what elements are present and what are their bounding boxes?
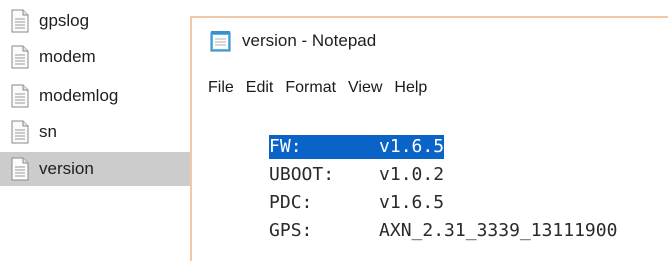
text-document-icon: [11, 45, 29, 69]
file-name: sn: [39, 122, 57, 141]
menu-view[interactable]: View: [342, 77, 388, 99]
text-line-fw: FW: v1.6.5: [204, 105, 668, 159]
title-bar[interactable]: version - Notepad: [208, 24, 376, 58]
file-item-gpslog[interactable]: gpslog: [10, 4, 190, 38]
file-name: version: [39, 159, 94, 178]
file-name: modemlog: [39, 86, 119, 105]
menu-edit[interactable]: Edit: [240, 77, 280, 99]
text-line-gps: GPS: AXN_2.31_3339_13111900: [204, 189, 668, 241]
text-line-pdc: PDC: v1.6.5: [204, 161, 668, 213]
file-item-version[interactable]: version: [0, 152, 190, 186]
file-name: gpslog: [39, 11, 90, 30]
notepad-icon: [210, 31, 231, 52]
line-value: AXN_2.31_3339_13111900: [379, 220, 618, 241]
text-document-icon: [11, 120, 29, 144]
text-editor[interactable]: FW: v1.6.5 UBOOT: v1.0.2 PDC: v1.6.5 GPS: AX…: [204, 105, 668, 261]
menu-bar: File Edit Format View Help: [202, 76, 433, 100]
file-list: gpslog modem modemlog sn version: [0, 0, 200, 261]
file-item-modemlog[interactable]: modemlog: [10, 79, 190, 113]
window-title: version - Notepad: [242, 31, 377, 50]
file-item-modem[interactable]: modem: [10, 40, 190, 74]
line-key: GPS:: [269, 220, 313, 241]
text-line-uboot: UBOOT: v1.0.2: [204, 133, 668, 185]
text-document-icon: [11, 84, 29, 108]
menu-help[interactable]: Help: [388, 77, 433, 99]
file-item-sn[interactable]: sn: [10, 115, 190, 149]
text-document-icon: [11, 157, 29, 181]
menu-format[interactable]: Format: [279, 77, 342, 99]
file-name: modem: [39, 47, 96, 66]
menu-file[interactable]: File: [202, 77, 240, 99]
text-document-icon: [11, 9, 29, 33]
notepad-window: version - Notepad File Edit Format View …: [190, 16, 668, 261]
